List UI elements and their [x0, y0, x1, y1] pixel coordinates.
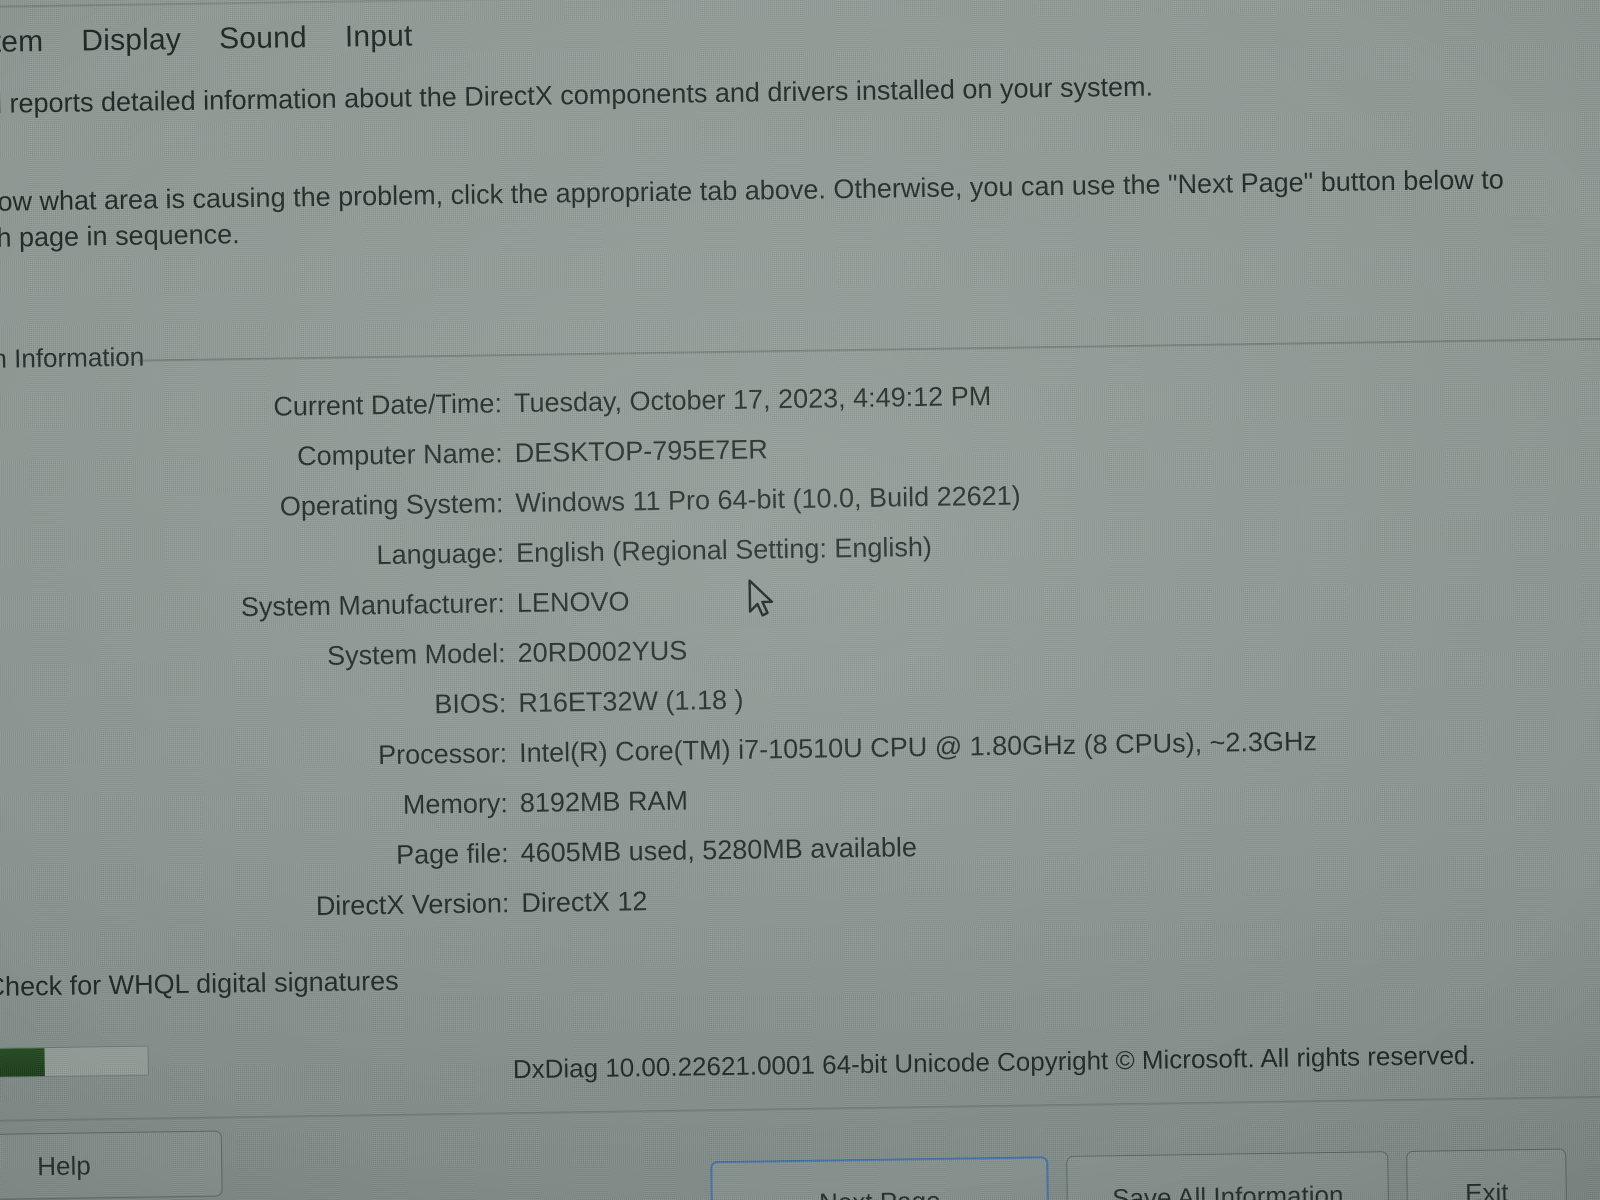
row-label: System Manufacturer: [240, 588, 506, 623]
exit-button[interactable]: Exit [1406, 1148, 1568, 1200]
save-all-information-button-label: Save All Information [1111, 1179, 1344, 1200]
copyright-text: DxDiag 10.00.22621.0001 64-bit Unicode C… [512, 1039, 1476, 1085]
row-label: Current Date/Time: [273, 388, 503, 422]
tab-sound[interactable]: Sound [211, 19, 315, 59]
intro-line-1: his tool reports detailed information ab… [0, 71, 1154, 120]
whql-checkbox-row[interactable]: Check for WHQL digital signatures [0, 966, 399, 1004]
system-information-group-label: System Information [0, 341, 145, 375]
row-value: Tuesday, October 17, 2023, 4:49:12 PM [513, 380, 992, 419]
tab-strip: stem Display Sound Input [0, 17, 421, 62]
row-label: Computer Name: [296, 438, 503, 472]
row-label: Memory: [402, 788, 509, 820]
intro-line-2: you know what area is causing the proble… [0, 164, 1505, 218]
whql-checkbox-label: Check for WHQL digital signatures [0, 965, 399, 1002]
row-label: Processor: [377, 738, 508, 771]
intro-line-3: sit each page in sequence. [0, 219, 240, 254]
dxdiag-window: stem Display Sound Input his tool report… [0, 0, 1600, 1200]
save-all-information-button[interactable]: Save All Information [1066, 1151, 1390, 1200]
window-top-edge [0, 0, 1600, 9]
photo-of-screen: stem Display Sound Input his tool report… [0, 0, 1600, 1200]
row-label: Page file: [395, 838, 509, 870]
exit-button-label: Exit [1464, 1176, 1509, 1200]
row-label: BIOS: [434, 688, 507, 720]
group-divider [138, 337, 1600, 362]
next-page-button[interactable]: Next Page [710, 1156, 1050, 1200]
row-label: Operating System: [279, 488, 504, 522]
row-label: System Model: [326, 638, 506, 671]
row-label: DirectX Version: [315, 888, 510, 922]
progress-bar [0, 1045, 149, 1079]
tab-system[interactable]: stem [0, 23, 52, 62]
row-label: Language: [376, 538, 505, 571]
system-information-list: Current Date/Time: Tuesday, October 17, … [0, 373, 1535, 947]
mouse-cursor-icon [748, 579, 774, 617]
help-button-label: Help [36, 1149, 91, 1181]
tab-display[interactable]: Display [73, 21, 189, 61]
progress-bar-fill [0, 1048, 46, 1078]
tab-input[interactable]: Input [337, 17, 421, 56]
help-button[interactable]: Help [0, 1130, 223, 1200]
next-page-button-label: Next Page [819, 1185, 941, 1200]
button-bar-divider [0, 1095, 1600, 1123]
